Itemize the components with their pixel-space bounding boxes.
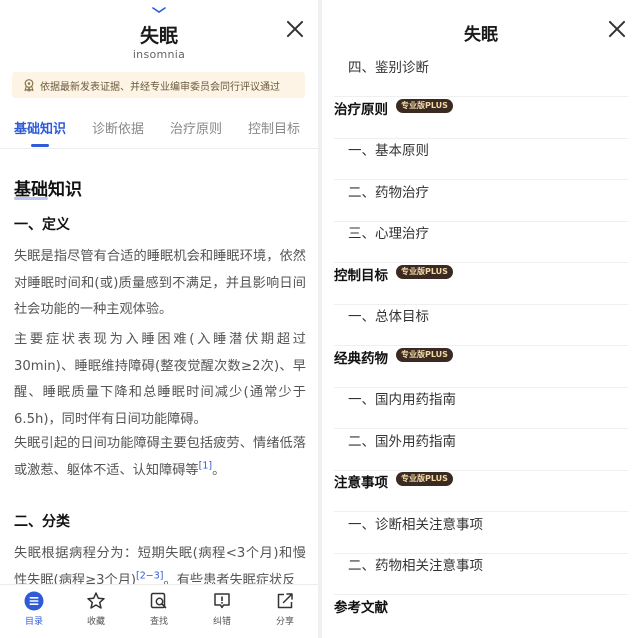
subheading-definition: 一、定义 xyxy=(14,217,70,233)
search-icon xyxy=(150,592,167,609)
toc-item[interactable]: 一、总体目标 xyxy=(334,305,628,346)
toc-item[interactable]: 二、药物相关注意事项 xyxy=(334,554,628,595)
toc-group[interactable]: 参考文献 xyxy=(334,596,628,637)
bottom-nav: 目录 收藏 查找 纠错 分享 xyxy=(0,584,318,638)
toc-group[interactable]: 注意事项 专业版PLUS xyxy=(334,471,628,512)
paragraph: 失眠是指尽管有合适的睡眠机会和睡眠环境，依然对睡眠时间和(或)质量感到不满足，并… xyxy=(14,249,306,317)
active-tab-indicator xyxy=(31,144,49,147)
toc-item[interactable]: 二、国外用药指南 xyxy=(334,430,628,471)
report-icon xyxy=(214,593,230,609)
star-icon xyxy=(87,592,105,609)
nav-share-button[interactable]: 分享 xyxy=(265,591,305,627)
toc-item[interactable]: 一、诊断相关注意事项 xyxy=(334,513,628,554)
plus-badge: 专业版PLUS xyxy=(396,348,453,362)
notice-text: 依据最新发表证据、并经专业编审委员会同行评议通过 xyxy=(40,81,280,93)
page-subtitle: insomnia xyxy=(132,48,186,61)
tab-control[interactable]: 控制目标 xyxy=(248,118,300,137)
toc-group[interactable]: 控制目标 专业版PLUS xyxy=(334,264,628,305)
toc-title: 失眠 xyxy=(464,25,498,45)
nav-favorite-button[interactable]: 收藏 xyxy=(76,591,116,627)
tab-treatment[interactable]: 治疗原则 xyxy=(170,118,222,137)
heading-highlight xyxy=(14,197,48,200)
close-icon[interactable] xyxy=(286,20,304,38)
plus-badge: 专业版PLUS xyxy=(396,99,453,113)
paragraph: 主要症状表现为入睡困难(入睡潜伏期超过30min)、睡眠维持障碍(整夜觉醒次数≥… xyxy=(14,332,306,427)
paragraph: 失眠引起的日间功能障碍主要包括疲劳、情绪低落或激惹、躯体不适、认知障碍等[1]。 xyxy=(14,436,306,478)
chevron-down-icon[interactable] xyxy=(152,6,166,14)
reference-link[interactable]: [1] xyxy=(199,460,212,471)
subheading-classification: 二、分类 xyxy=(14,514,70,530)
nav-report-button[interactable]: 纠错 xyxy=(202,591,242,627)
toc-group[interactable]: 经典药物 专业版PLUS xyxy=(334,347,628,388)
divider xyxy=(0,148,318,149)
nav-search-button[interactable]: 查找 xyxy=(139,591,179,627)
review-notice: 依据最新发表证据、并经专业编审委员会同行评议通过 xyxy=(12,72,305,98)
toc-item[interactable]: 三、心理治疗 xyxy=(334,222,628,263)
toc-panel: 失眠 四、鉴别诊断 治疗原则 专业版PLUS 一、基本原则 二、药物治疗 三、心理… xyxy=(322,0,640,638)
article-panel: 失眠 insomnia 依据最新发表证据、并经专业编审委员会同行评议通过 基础知… xyxy=(0,0,318,638)
page-title: 失眠 xyxy=(139,25,178,47)
toc-item[interactable]: 一、基本原则 xyxy=(334,139,628,180)
section-tabs: 基础知识 诊断依据 治疗原则 控制目标 xyxy=(0,118,318,148)
tab-basics[interactable]: 基础知识 xyxy=(14,118,66,137)
close-icon[interactable] xyxy=(608,20,626,38)
toc-group[interactable]: 治疗原则 专业版PLUS xyxy=(334,98,628,139)
reference-link[interactable]: [2−3] xyxy=(136,570,163,581)
section-heading: 基础知识 xyxy=(14,180,82,200)
badge-icon xyxy=(24,79,34,92)
toc-item[interactable]: 二、药物治疗 xyxy=(334,181,628,222)
tab-diagnosis[interactable]: 诊断依据 xyxy=(92,118,144,137)
nav-toc-button[interactable]: 目录 xyxy=(14,591,54,627)
plus-badge: 专业版PLUS xyxy=(396,265,453,279)
share-icon xyxy=(277,593,293,609)
menu-icon xyxy=(24,591,44,611)
plus-badge: 专业版PLUS xyxy=(396,472,453,486)
toc-item[interactable]: 四、鉴别诊断 xyxy=(334,56,628,97)
toc-item[interactable]: 一、国内用药指南 xyxy=(334,388,628,429)
